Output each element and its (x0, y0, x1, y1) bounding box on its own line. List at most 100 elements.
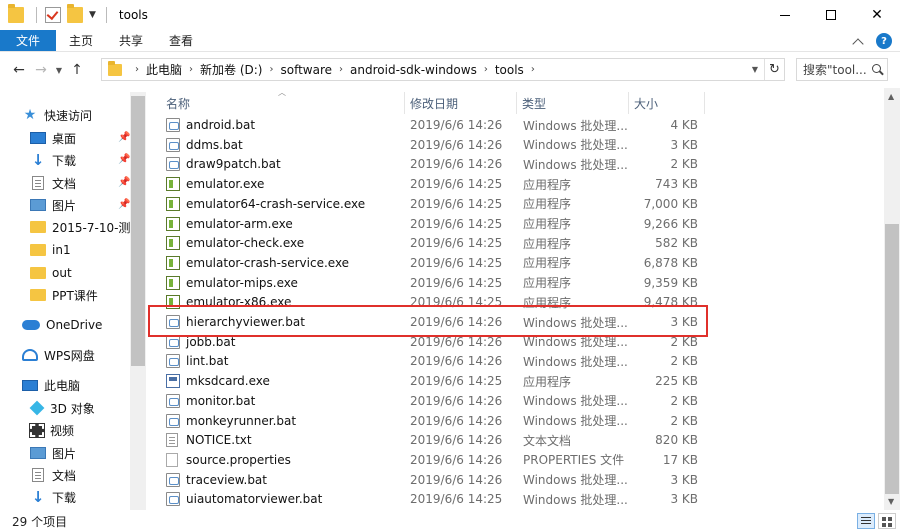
breadcrumb-android-sdk-windows[interactable]: android-sdk-windows (350, 63, 477, 77)
file-row[interactable]: monitor.bat 2019/6/6 14:26 Windows 批处理... 2… (148, 391, 884, 411)
nav-scrollbar[interactable] (130, 92, 146, 510)
file-type: Windows 批处理... (523, 354, 628, 369)
tab-file[interactable]: 文件 (0, 30, 57, 51)
large-icons-view-icon[interactable] (878, 513, 896, 529)
chevron-right-icon[interactable]: › (269, 64, 273, 75)
properties-icon[interactable] (45, 7, 61, 23)
file-size: 2 KB (670, 334, 698, 349)
file-date: 2019/6/6 14:25 (410, 177, 503, 192)
up-button[interactable]: ↑ (66, 59, 88, 81)
nav-3d-objects[interactable]: 3D 对象 (29, 397, 146, 419)
column-divider[interactable] (704, 92, 705, 114)
file-row[interactable]: android.bat 2019/6/6 14:26 Windows 批处理... 4… (148, 115, 884, 135)
folder-icon (8, 4, 24, 23)
file-row[interactable]: ddms.bat 2019/6/6 14:26 Windows 批处理... 3 KB (148, 135, 884, 155)
maximize-button[interactable] (808, 0, 854, 30)
file-row[interactable]: lint.bat 2019/6/6 14:26 Windows 批处理... 2 KB (148, 351, 884, 371)
scroll-up-icon[interactable]: ▲ (888, 92, 894, 101)
nav-pc-pictures[interactable]: 图片 (30, 442, 146, 464)
pin-icon[interactable]: 📌 (118, 132, 130, 143)
nav-folder-2015-7-10[interactable]: 2015-7-10-测试 (30, 216, 146, 238)
file-name: traceview.bat (186, 472, 267, 487)
pin-icon[interactable]: 📌 (118, 177, 130, 188)
nav-label: 文档 (52, 468, 77, 483)
nav-onedrive[interactable]: OneDrive (22, 314, 146, 336)
nav-scrollbar-thumb[interactable] (131, 96, 145, 366)
nav-this-pc[interactable]: 此电脑 (22, 374, 146, 396)
breadcrumb-tools[interactable]: tools (495, 63, 524, 77)
file-name: android.bat (186, 118, 256, 132)
file-list-scrollbar[interactable]: ▲ ▼ (884, 88, 900, 510)
address-bar[interactable]: › 此电脑 › 新加卷 (D:) › software › android-sd… (101, 58, 785, 81)
address-history-dropdown-icon[interactable]: ▼ (746, 59, 764, 80)
column-header-date[interactable]: 修改日期 (404, 92, 514, 114)
file-row[interactable]: NOTICE.txt 2019/6/6 14:26 文本文档 820 KB (148, 430, 884, 450)
forward-button[interactable]: → (30, 59, 52, 81)
file-list-scrollbar-thumb[interactable] (885, 224, 899, 494)
file-row[interactable]: mksdcard.exe 2019/6/6 14:25 应用程序 225 KB (148, 371, 884, 391)
file-size: 7,000 KB (643, 196, 698, 211)
file-row[interactable]: emulator-crash-service.exe 2019/6/6 14:25… (148, 253, 884, 273)
column-header-name[interactable]: 名称 (160, 92, 400, 114)
nav-pc-downloads[interactable]: ↓ 下载 (30, 486, 146, 508)
file-name-cell: emulator-crash-service.exe (166, 253, 406, 273)
new-folder-icon[interactable] (67, 4, 83, 23)
chevron-right-icon[interactable]: › (189, 64, 193, 75)
file-row[interactable]: emulator64-crash-service.exe 2019/6/6 14:… (148, 194, 884, 214)
file-date: 2019/6/6 14:25 (410, 216, 503, 231)
tab-home[interactable]: 主页 (56, 30, 106, 51)
file-row[interactable]: emulator.exe 2019/6/6 14:25 应用程序 743 KB (148, 174, 884, 194)
nav-pc-documents[interactable]: 文档 (30, 464, 146, 486)
file-row[interactable]: uiautomatorviewer.bat 2019/6/6 14:25 Windo… (148, 489, 884, 509)
file-row[interactable]: jobb.bat 2019/6/6 14:26 Windows 批处理... 2 KB (148, 332, 884, 352)
file-type: Windows 批处理... (523, 473, 628, 488)
help-icon[interactable]: ? (876, 33, 892, 49)
nav-folder-out[interactable]: out (30, 262, 146, 284)
minimize-icon (780, 14, 790, 16)
column-header-type[interactable]: 类型 (516, 92, 626, 114)
recent-locations-dropdown[interactable]: ▼ (52, 66, 66, 75)
search-input[interactable]: 搜索"tool... (796, 58, 888, 81)
nav-quick-access[interactable]: ★ 快速访问 (22, 104, 146, 126)
breadcrumb-drive-d[interactable]: 新加卷 (D:) (200, 61, 262, 78)
nav-label: 图片 (52, 198, 77, 213)
quick-access-toolbar: ▼ tools (0, 0, 148, 30)
close-button[interactable]: ✕ (854, 0, 900, 30)
minimize-button[interactable] (762, 0, 808, 30)
chevron-right-icon[interactable]: › (484, 64, 488, 75)
breadcrumb-this-pc[interactable]: 此电脑 (146, 61, 182, 78)
file-name-cell: mksdcard.exe (166, 371, 406, 391)
pin-icon[interactable]: 📌 (118, 199, 130, 210)
file-row[interactable]: traceview.bat 2019/6/6 14:26 Windows 批处理..… (148, 470, 884, 490)
nav-wps-cloud[interactable]: WPS网盘 (22, 344, 146, 366)
back-button[interactable]: ← (8, 59, 30, 81)
nav-folder-in1[interactable]: in1 (30, 239, 146, 261)
file-name-cell: emulator.exe (166, 174, 406, 194)
details-view-icon[interactable] (857, 513, 875, 529)
breadcrumb-software[interactable]: software (280, 63, 332, 77)
pin-icon[interactable]: 📌 (118, 154, 130, 165)
chevron-right-icon[interactable]: › (531, 64, 535, 75)
expand-ribbon-icon[interactable] (852, 38, 864, 50)
file-row[interactable]: emulator-mips.exe 2019/6/6 14:25 应用程序 9,359… (148, 273, 884, 293)
tab-share[interactable]: 共享 (106, 30, 156, 51)
scroll-down-icon[interactable]: ▼ (888, 497, 894, 506)
tab-view[interactable]: 查看 (156, 30, 206, 51)
column-header-size[interactable]: 大小 (628, 92, 700, 114)
chevron-right-icon[interactable]: › (135, 64, 139, 75)
file-row[interactable]: source.properties 2019/6/6 14:26 PROPERTIE… (148, 450, 884, 470)
file-date: 2019/6/6 14:25 (410, 196, 503, 211)
window-title: tools (118, 8, 148, 22)
nav-videos[interactable]: 视频 (29, 419, 146, 441)
file-row[interactable]: monkeyrunner.bat 2019/6/6 14:26 Windows 批处… (148, 411, 884, 431)
customize-toolbar-dropdown-icon[interactable]: ▼ (89, 10, 96, 20)
search-icon[interactable] (872, 64, 881, 73)
file-row[interactable]: hierarchyviewer.bat 2019/6/6 14:26 Windows… (148, 312, 884, 332)
nav-folder-ppt[interactable]: PPT课件 (30, 284, 146, 306)
file-row[interactable]: emulator-check.exe 2019/6/6 14:25 应用程序 582 … (148, 233, 884, 253)
refresh-button[interactable]: ↻ (764, 59, 784, 80)
chevron-right-icon[interactable]: › (339, 64, 343, 75)
file-row[interactable]: draw9patch.bat 2019/6/6 14:26 Windows 批处理.… (148, 154, 884, 174)
file-row[interactable]: emulator-arm.exe 2019/6/6 14:25 应用程序 9,266 … (148, 214, 884, 234)
file-row[interactable]: emulator-x86.exe 2019/6/6 14:25 应用程序 9,478 … (148, 292, 884, 312)
